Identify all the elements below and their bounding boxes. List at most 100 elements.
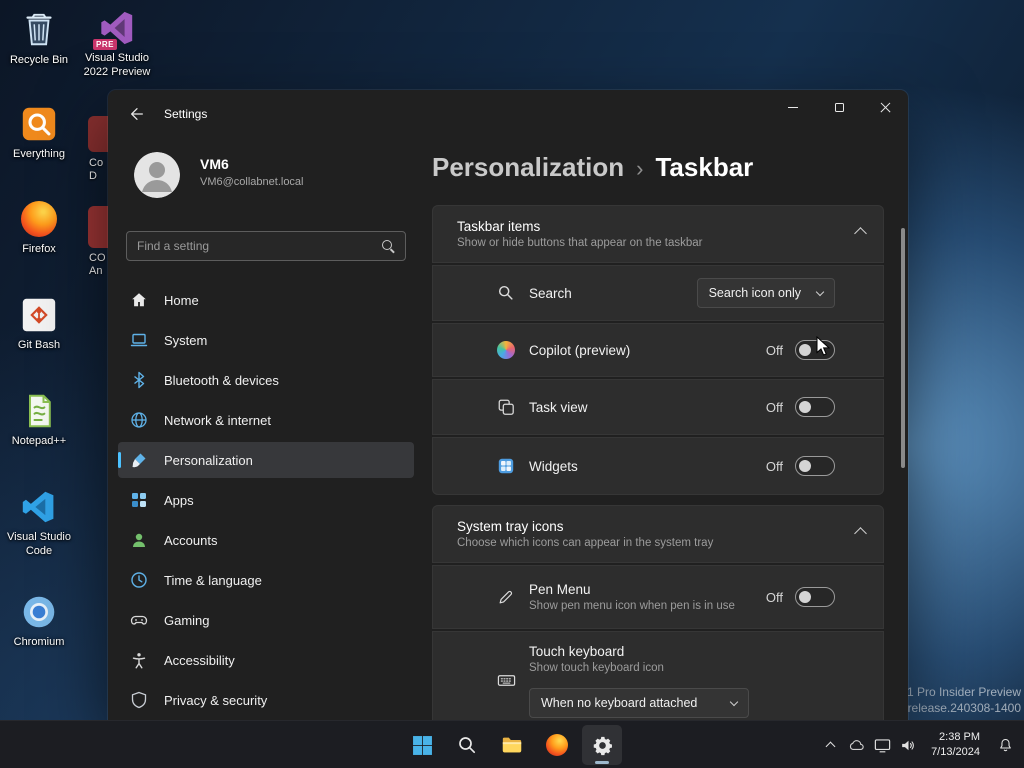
search-style-dropdown[interactable]: Search icon only [696, 278, 835, 308]
desktop-icon-label: Notepad++ [11, 435, 67, 447]
user-avatar-icon [134, 152, 180, 198]
chevron-up-icon[interactable] [854, 225, 867, 243]
chevron-up-icon[interactable] [854, 525, 867, 543]
dropdown-value: When no keyboard attached [541, 696, 698, 710]
section-title: Taskbar items [457, 219, 541, 234]
back-arrow-icon [131, 108, 143, 120]
taskbar-clock[interactable]: 2:38 PM 7/13/2024 [921, 730, 990, 760]
pen-menu-toggle[interactable] [795, 587, 835, 607]
breadcrumb-parent[interactable]: Personalization [432, 152, 624, 182]
desktop-icon-label: Visual Studio 2022 Preview [83, 52, 151, 78]
bluetooth-icon [130, 371, 148, 389]
file-explorer-button[interactable] [492, 725, 532, 765]
desktop-icon-label: Chromium [13, 636, 65, 648]
widgets-icon [496, 456, 516, 476]
firefox-taskbar-icon [546, 734, 568, 756]
titlebar: Settings [108, 90, 908, 138]
toggle-state-label: Off [765, 399, 783, 415]
notification-center-button[interactable] [990, 728, 1020, 762]
sidebar-item-home[interactable]: Home [118, 282, 414, 318]
sidebar-item-time-language[interactable]: Time & language [118, 562, 414, 598]
minimize-icon [788, 106, 798, 108]
desktop-icon-notepad-plus-plus[interactable]: Notepad++ [1, 391, 77, 449]
sidebar-item-bluetooth-devices[interactable]: Bluetooth & devices [118, 362, 414, 398]
desktop-icon-label: Everything [13, 148, 65, 160]
desktop-icon-visual-studio-code[interactable]: Visual Studio Code [1, 487, 77, 559]
maximize-icon [834, 102, 844, 112]
dropdown-value: Search icon only [708, 286, 801, 300]
breadcrumb-separator-icon: › [636, 156, 644, 181]
search-input[interactable] [127, 239, 382, 253]
sidebar-item-privacy-security[interactable]: Privacy & security [118, 682, 414, 718]
visual-studio-2022-icon: PRE [93, 8, 137, 50]
desktop-icon-recycle-bin[interactable]: Recycle Bin [1, 10, 77, 68]
privacy-shield-icon [130, 691, 148, 709]
tray-expand-button[interactable] [817, 728, 843, 762]
sidebar-item-accounts[interactable]: Accounts [118, 522, 414, 558]
breadcrumb: Personalization › Taskbar [432, 152, 753, 183]
desktop-icon-label: Git Bash [17, 339, 61, 351]
user-email: VM6@collabnet.local [200, 176, 304, 188]
mouse-cursor [816, 335, 832, 363]
sidebar-item-network-internet[interactable]: Network & internet [118, 402, 414, 438]
sidebar-item-system[interactable]: System [118, 322, 414, 358]
settings-search-box [126, 231, 406, 261]
start-button[interactable] [402, 725, 442, 765]
firefox-button[interactable] [537, 725, 577, 765]
settings-gear-icon [593, 736, 612, 755]
sidebar-item-gaming[interactable]: Gaming [118, 602, 414, 638]
search-icon [382, 239, 395, 253]
widgets-toggle[interactable] [795, 456, 835, 476]
desktop-icon-firefox[interactable]: Firefox [1, 199, 77, 257]
window-title: Settings [164, 107, 208, 121]
user-name: VM6 [200, 156, 229, 172]
git-bash-icon [19, 295, 59, 335]
desktop-icon-chromium[interactable]: Chromium [1, 592, 77, 650]
clock-time: 2:38 PM [939, 731, 980, 743]
desktop-icon-everything[interactable]: Everything [1, 104, 77, 162]
taskbar-search-button[interactable] [447, 725, 487, 765]
sidebar-item-personalization[interactable]: Personalization [118, 442, 414, 478]
content-scrollbar[interactable] [901, 228, 905, 468]
desktop-icon-git-bash[interactable]: Git Bash [1, 295, 77, 353]
visual-studio-code-icon [19, 487, 59, 527]
chevron-up-icon [825, 741, 836, 752]
maximize-button[interactable] [816, 90, 862, 124]
home-icon [130, 291, 148, 309]
back-button[interactable] [122, 99, 152, 129]
system-tray-icons-expander[interactable]: System tray icons Choose which icons can… [432, 505, 884, 563]
section-title: System tray icons [457, 519, 564, 534]
close-button[interactable] [862, 90, 908, 124]
desktop: Recycle Bin Everything Firefox Git Bash … [0, 0, 1024, 768]
pre-badge: PRE [93, 39, 117, 50]
desktop-icon-label: CO An [89, 252, 106, 278]
accounts-person-icon [130, 531, 148, 549]
network-globe-icon [130, 411, 148, 429]
page-title: Taskbar [655, 152, 754, 182]
windows-start-icon [412, 735, 432, 755]
sidebar-nav: Home System Bluetooth & devices Network … [118, 282, 414, 720]
desktop-icon-visual-studio-2022[interactable]: PRE Visual Studio 2022 Preview [79, 8, 155, 80]
touch-keyboard-dropdown[interactable]: When no keyboard attached [529, 688, 749, 718]
settings-button[interactable] [582, 725, 622, 765]
minimize-button[interactable] [770, 90, 816, 124]
taskbar-items-expander[interactable]: Taskbar items Show or hide buttons that … [432, 205, 884, 263]
onedrive-tray-button[interactable] [843, 728, 869, 762]
sidebar-item-apps[interactable]: Apps [118, 482, 414, 518]
pen-icon [496, 587, 516, 607]
desktop-icon-label: Firefox [22, 243, 56, 255]
setting-row-touch-keyboard: Touch keyboard Show touch keyboard icon … [432, 631, 884, 720]
recycle-bin-icon [19, 10, 59, 50]
onedrive-cloud-icon [849, 739, 864, 750]
copilot-icon [496, 340, 516, 360]
sidebar-item-accessibility[interactable]: Accessibility [118, 642, 414, 678]
desktop-icon-label: Visual Studio Code [6, 531, 71, 557]
notepad-plus-plus-icon [19, 391, 59, 431]
personalization-brush-icon [130, 451, 148, 469]
volume-tray-button[interactable] [895, 728, 921, 762]
toggle-state-label: Off [765, 589, 783, 605]
display-tray-button[interactable] [869, 728, 895, 762]
task-view-toggle[interactable] [795, 397, 835, 417]
avatar[interactable] [134, 152, 180, 198]
everything-icon [19, 104, 59, 144]
